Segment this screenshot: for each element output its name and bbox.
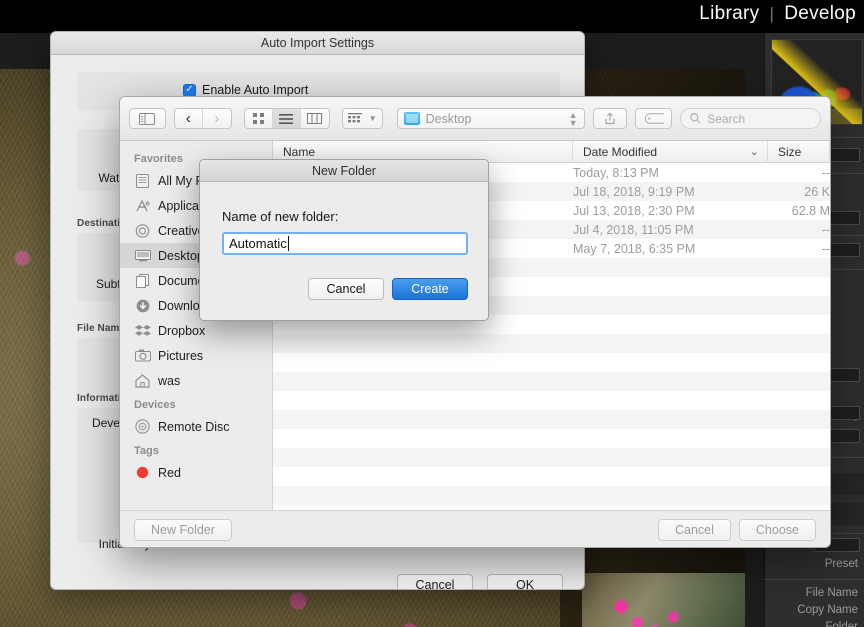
sidebar-item-label: Dropbox bbox=[158, 323, 206, 338]
finder-choose-button[interactable]: Choose bbox=[738, 518, 816, 541]
location-label: Desktop bbox=[425, 111, 472, 126]
new-folder-title: New Folder bbox=[312, 163, 376, 178]
row-date: Jul 4, 2018, 11:05 PM bbox=[573, 222, 694, 237]
forward-button-icon[interactable]: › bbox=[203, 109, 231, 128]
column-header-date-modified[interactable]: Date Modified ⌄ bbox=[573, 141, 768, 163]
table-row-empty bbox=[273, 391, 830, 410]
sidebar-item-label: Desktop bbox=[158, 248, 204, 263]
sidebar-group-title-devices: Devices bbox=[134, 399, 176, 411]
sidebar-toggle-icon[interactable] bbox=[129, 108, 166, 129]
chevron-updown-icon[interactable]: ▲ ▼ bbox=[569, 110, 578, 127]
new-folder-name-value: Automatic bbox=[229, 236, 287, 251]
text-caret bbox=[287, 236, 289, 251]
module-develop[interactable]: Develop bbox=[784, 3, 856, 25]
table-row-empty bbox=[273, 467, 830, 486]
module-picker: Library | Develop bbox=[699, 3, 856, 25]
row-date: Today, 8:13 PM bbox=[573, 165, 659, 180]
sidebar-item-dropbox[interactable]: Dropbox bbox=[120, 318, 272, 343]
search-icon bbox=[690, 113, 701, 124]
new-folder-dialog: New Folder Name of new folder: Automatic… bbox=[199, 159, 489, 321]
module-library[interactable]: Library bbox=[699, 3, 759, 25]
documents-icon bbox=[134, 273, 151, 289]
sidebar-item-was-home[interactable]: was bbox=[120, 368, 272, 393]
row-date: Jul 18, 2018, 9:19 PM bbox=[573, 184, 695, 199]
sidebar-item-remote-disc[interactable]: Remote Disc bbox=[120, 414, 272, 439]
arrange-icon[interactable]: ▼ bbox=[341, 108, 383, 129]
sidebar-item-label: was bbox=[158, 373, 181, 388]
meta-folder: Folder bbox=[825, 621, 858, 627]
disc-icon bbox=[134, 419, 151, 435]
new-folder-prompt: Name of new folder: bbox=[222, 209, 339, 224]
auto-import-cancel-button[interactable]: Cancel bbox=[397, 574, 473, 589]
sidebar-item-tag-red[interactable]: Red bbox=[120, 460, 272, 485]
downloads-icon bbox=[134, 298, 151, 314]
row-date: May 7, 2018, 6:35 PM bbox=[573, 241, 696, 256]
module-separator: | bbox=[769, 4, 775, 23]
meta-copy-name: Copy Name bbox=[797, 604, 858, 616]
search-input[interactable]: Search bbox=[680, 108, 821, 129]
red-tag-icon bbox=[134, 465, 151, 481]
sidebar-item-label: Remote Disc bbox=[158, 419, 230, 434]
search-placeholder: Search bbox=[707, 111, 746, 126]
sidebar-group-title-tags: Tags bbox=[134, 445, 159, 457]
new-folder-cancel-button[interactable]: Cancel bbox=[308, 278, 384, 300]
column-header-size[interactable]: Size bbox=[768, 141, 830, 163]
filmstrip-thumbnail[interactable] bbox=[582, 573, 745, 627]
new-folder-name-input[interactable]: Automatic bbox=[222, 232, 468, 255]
enable-auto-import-label: Enable Auto Import bbox=[202, 83, 309, 97]
finder-cancel-button[interactable]: Cancel bbox=[657, 518, 731, 541]
lightroom-top-bar: Library | Develop bbox=[0, 0, 864, 33]
enable-auto-import-checkbox[interactable]: ✓ Enable Auto Import bbox=[183, 83, 308, 97]
table-row-empty bbox=[273, 372, 830, 391]
share-icon[interactable] bbox=[592, 108, 628, 129]
meta-file-name: File Name bbox=[805, 587, 858, 599]
finder-footer: New Folder Cancel Choose bbox=[120, 510, 830, 547]
row-size: 26 K bbox=[804, 184, 830, 199]
sort-chevron-icon: ⌄ bbox=[749, 146, 759, 158]
nav-buttons[interactable]: ‹ › bbox=[173, 108, 232, 129]
row-size: -- bbox=[821, 165, 830, 180]
view-mode-group[interactable] bbox=[243, 108, 330, 129]
column-header-date-label: Date Modified bbox=[583, 144, 658, 159]
row-size: 62.8 M bbox=[791, 203, 830, 218]
auto-import-ok-button[interactable]: OK bbox=[487, 574, 563, 589]
table-row-empty bbox=[273, 486, 830, 505]
pictures-icon bbox=[134, 348, 151, 364]
new-folder-titlebar: New Folder bbox=[200, 160, 488, 182]
sidebar-item-pictures[interactable]: Pictures bbox=[120, 343, 272, 368]
auto-import-titlebar: Auto Import Settings bbox=[51, 32, 584, 55]
column-view-icon[interactable] bbox=[301, 109, 329, 128]
tag-icon[interactable] bbox=[635, 108, 673, 129]
table-row-empty bbox=[273, 410, 830, 429]
list-view-icon[interactable] bbox=[272, 109, 301, 128]
home-icon bbox=[134, 373, 151, 389]
auto-import-title: Auto Import Settings bbox=[260, 36, 375, 50]
finder-toolbar: ‹ › ▼ Desktop ▲ ▼ Search bbox=[120, 97, 830, 141]
table-row-empty bbox=[273, 429, 830, 448]
sidebar-item-label: Red bbox=[158, 465, 181, 480]
dropbox-icon bbox=[134, 323, 151, 339]
table-row-empty bbox=[273, 448, 830, 467]
row-size: -- bbox=[821, 241, 830, 256]
screen: Library | Develop Preset White Balance T… bbox=[0, 0, 864, 627]
row-size: -- bbox=[821, 222, 830, 237]
icon-view-icon[interactable] bbox=[245, 109, 273, 128]
location-popup[interactable]: Desktop ▲ ▼ bbox=[396, 108, 585, 129]
new-folder-create-button[interactable]: Create bbox=[392, 278, 468, 300]
panel-footer-label: Preset bbox=[824, 558, 858, 570]
desktop-icon bbox=[134, 248, 151, 264]
creative-cloud-icon bbox=[134, 223, 151, 239]
new-folder-button[interactable]: New Folder bbox=[134, 518, 232, 541]
sidebar-item-label: Pictures bbox=[158, 348, 204, 363]
back-button-icon[interactable]: ‹ bbox=[175, 109, 203, 128]
table-row-empty bbox=[273, 353, 830, 372]
table-row-empty bbox=[273, 334, 830, 353]
checkbox-check-icon: ✓ bbox=[183, 83, 196, 97]
folder-icon bbox=[403, 112, 420, 125]
row-date: Jul 13, 2018, 2:30 PM bbox=[573, 203, 695, 218]
new-folder-body: Name of new folder: Automatic Cancel Cre… bbox=[200, 182, 488, 320]
panel-divider bbox=[764, 579, 864, 580]
files-icon bbox=[134, 173, 151, 189]
applications-icon bbox=[134, 198, 151, 214]
